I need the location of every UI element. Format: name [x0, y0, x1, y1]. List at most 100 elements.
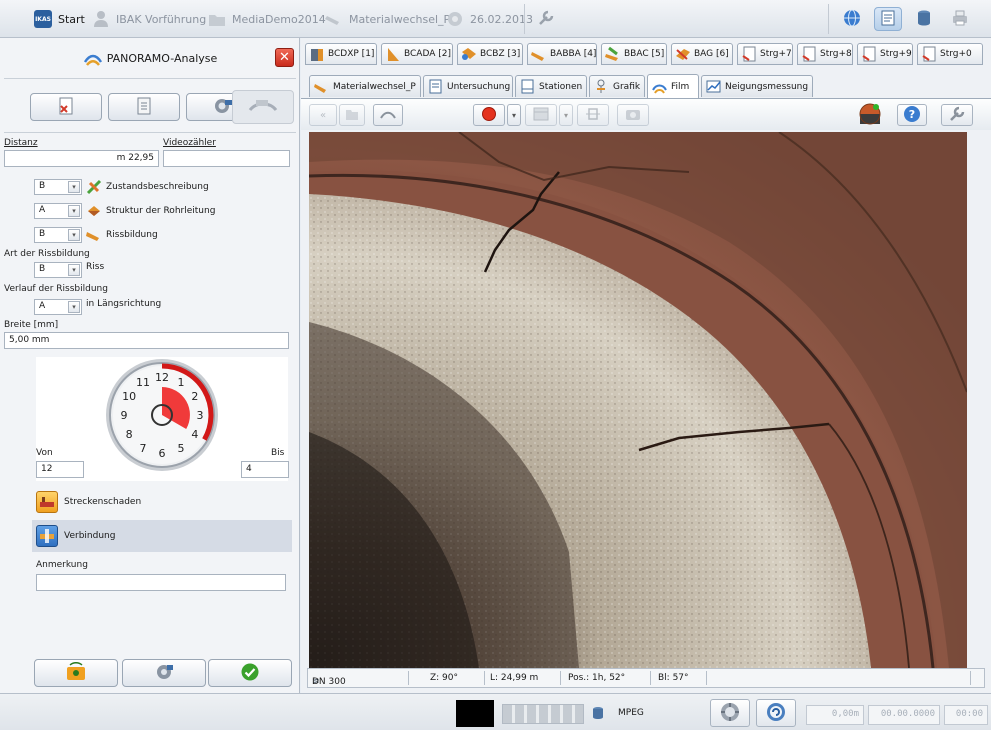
crumb-date[interactable]: 26.02.2013: [446, 10, 533, 28]
crumb-start[interactable]: IKAS Start: [34, 10, 85, 28]
distance-label: Distanz: [4, 138, 38, 148]
pipe-icon: [314, 79, 329, 94]
divider: [706, 671, 707, 685]
structure-select[interactable]: A ▾: [34, 203, 82, 219]
folder-button[interactable]: [339, 104, 365, 126]
chevron-down-icon[interactable]: ▾: [68, 229, 80, 241]
from-field[interactable]: 12: [36, 461, 84, 478]
record-dropdown[interactable]: ▾: [507, 104, 521, 126]
document-edit-icon: [134, 96, 154, 119]
tab-grafik[interactable]: Grafik: [589, 75, 645, 97]
crawler-button[interactable]: [577, 104, 609, 126]
note-field[interactable]: [36, 574, 286, 591]
session-tab-10[interactable]: Strg+0: [917, 43, 983, 65]
close-icon: ✕: [279, 50, 290, 65]
clock-number: 7: [140, 442, 147, 455]
tab-stationen[interactable]: Stationen: [515, 75, 587, 97]
session-tab-2[interactable]: BCADA [2]: [381, 43, 453, 65]
layout-icon: [533, 107, 549, 124]
crack-course-select[interactable]: A ▾: [34, 299, 82, 315]
to-field[interactable]: 4: [241, 461, 289, 478]
panoramo-icon: [83, 48, 103, 68]
tab-untersuchung[interactable]: Untersuchung: [423, 75, 513, 97]
tools-button[interactable]: [941, 104, 973, 126]
person-icon: [92, 10, 110, 28]
folder-icon: [345, 107, 359, 124]
session-tab-7[interactable]: Strg+7: [737, 43, 793, 65]
delete-observation-button[interactable]: [30, 93, 102, 121]
close-button[interactable]: ✕: [275, 48, 294, 67]
database-button[interactable]: [910, 7, 938, 31]
from-label: Von: [36, 448, 53, 458]
crack-select[interactable]: B ▾: [34, 227, 82, 243]
playback-control-button[interactable]: [710, 699, 750, 727]
tab-materialwechsel[interactable]: Materialwechsel_P: [309, 75, 421, 97]
select-caption: Struktur der Rohrleitung: [106, 206, 216, 216]
panoramo-view-button[interactable]: [373, 104, 403, 126]
divider: [650, 671, 651, 685]
record-button[interactable]: [473, 104, 505, 126]
crumb-label: Start: [58, 12, 85, 26]
rewind-button[interactable]: «: [309, 104, 337, 126]
connection-row[interactable]: Verbindung: [32, 520, 292, 552]
view-tab-label: Untersuchung: [447, 81, 511, 92]
sync-button[interactable]: [756, 699, 796, 727]
toolbar-divider: [524, 4, 525, 34]
width-label: Breite [mm]: [4, 320, 59, 330]
report-button[interactable]: [874, 7, 902, 31]
session-tab-5[interactable]: BBAC [5]: [601, 43, 667, 65]
distance-readout: 0,00m: [806, 705, 864, 725]
pipe-icon: [675, 46, 691, 62]
section-damage-row[interactable]: Streckenschaden: [32, 486, 292, 518]
clock-number: 6: [159, 447, 166, 460]
chevron-down-icon[interactable]: ▾: [68, 181, 80, 193]
snapshot-button[interactable]: [617, 104, 649, 126]
clock-number: 4: [191, 428, 198, 441]
session-tab-1[interactable]: BCDXP [1]: [305, 43, 377, 65]
crack-type-select[interactable]: B ▾: [34, 262, 82, 278]
row-label: Streckenschaden: [64, 497, 142, 507]
breadcrumb-toolbar: IKAS Start IBAK Vorführung MediaDemo2014…: [0, 0, 991, 38]
crumb-mediademo[interactable]: MediaDemo2014: [208, 10, 326, 28]
panoramo-unfold-button[interactable]: [232, 90, 294, 124]
wrench-button[interactable]: [532, 7, 560, 31]
chevron-down-icon[interactable]: ▾: [68, 205, 80, 217]
width-field[interactable]: 5,00 mm: [4, 332, 289, 349]
session-tab-3[interactable]: BCBZ [3]: [457, 43, 523, 65]
clock-number: 5: [178, 442, 185, 455]
layout-dropdown[interactable]: ▾: [559, 104, 573, 126]
crumb-materialwechsel[interactable]: Materialwechsel_P: [325, 10, 450, 28]
clock-number: 12: [155, 371, 169, 384]
help-button[interactable]: ?: [897, 104, 927, 126]
clock-number: 11: [136, 376, 150, 389]
clock-number: 1: [178, 376, 185, 389]
condition-select[interactable]: B ▾: [34, 179, 82, 195]
edit-observation-button[interactable]: [108, 93, 180, 121]
database-icon: [915, 9, 933, 30]
chevron-down-icon[interactable]: ▾: [68, 301, 80, 313]
checkmark-icon: [240, 662, 260, 685]
document-icon: [428, 79, 443, 94]
tab-neigungsmessung[interactable]: Neigungsmessung: [701, 75, 813, 97]
settings-button[interactable]: [122, 659, 206, 687]
gear-camera-icon: [211, 96, 233, 119]
position-value: Pos.: 1h, 52°: [568, 673, 626, 683]
globe-button[interactable]: [838, 7, 866, 31]
confirm-button[interactable]: [208, 659, 292, 687]
inclination-indicator[interactable]: [855, 103, 885, 126]
crumb-ibak[interactable]: IBAK Vorführung: [92, 10, 206, 28]
tab-film[interactable]: Film: [647, 74, 699, 98]
video-frame[interactable]: [309, 132, 967, 668]
chevron-down-icon[interactable]: ▾: [68, 264, 80, 276]
layout-button[interactable]: [525, 104, 557, 126]
video-counter-field[interactable]: [163, 150, 290, 167]
session-tab-8[interactable]: Strg+8: [797, 43, 853, 65]
session-tab-9[interactable]: Strg+9: [857, 43, 913, 65]
session-tab-6[interactable]: BAG [6]: [671, 43, 733, 65]
transmit-button[interactable]: [34, 659, 118, 687]
print-button[interactable]: [946, 7, 974, 31]
select-caption: Rissbildung: [106, 230, 158, 240]
session-tab-4[interactable]: BABBA [4]: [527, 43, 597, 65]
clock-number: 3: [197, 409, 204, 422]
distance-field[interactable]: m 22,95: [4, 150, 159, 167]
